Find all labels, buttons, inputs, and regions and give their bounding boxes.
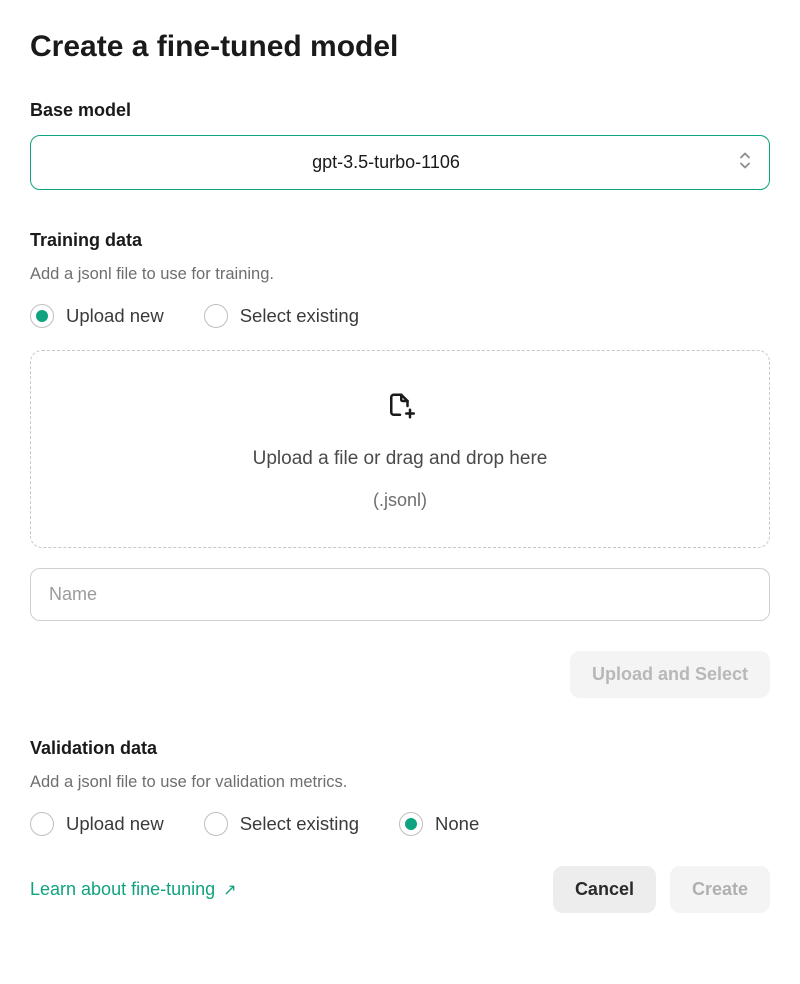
training-radio-group: Upload new Select existing [30,304,770,328]
base-model-select-wrapper: gpt-3.5-turbo-1106 [30,135,770,190]
training-label: Training data [30,230,770,251]
radio-icon [30,812,54,836]
external-link-icon: ↗ [223,880,236,900]
base-model-select[interactable]: gpt-3.5-turbo-1106 [30,135,770,190]
training-description: Add a jsonl file to use for training. [30,265,770,284]
training-section: Training data Add a jsonl file to use fo… [30,230,770,698]
upload-and-select-button[interactable]: Upload and Select [570,651,770,698]
radio-icon [204,304,228,328]
learn-link-text: Learn about fine-tuning [30,879,215,900]
validation-section: Validation data Add a jsonl file to use … [30,738,770,836]
validation-select-existing-radio[interactable]: Select existing [204,812,359,836]
radio-icon [30,304,54,328]
training-dropzone[interactable]: Upload a file or drag and drop here (.js… [30,350,770,548]
training-upload-new-radio[interactable]: Upload new [30,304,164,328]
page-title: Create a fine-tuned model [30,30,770,64]
radio-icon [204,812,228,836]
radio-icon [399,812,423,836]
cancel-button[interactable]: Cancel [553,866,656,913]
validation-description: Add a jsonl file to use for validation m… [30,773,770,792]
training-name-input[interactable] [30,568,770,621]
validation-none-label: None [435,813,479,835]
footer: Learn about fine-tuning ↗ Cancel Create [30,866,770,913]
base-model-value: gpt-3.5-turbo-1106 [312,152,460,172]
training-select-existing-label: Select existing [240,305,359,327]
validation-upload-new-label: Upload new [66,813,164,835]
training-select-existing-radio[interactable]: Select existing [204,304,359,328]
learn-about-fine-tuning-link[interactable]: Learn about fine-tuning ↗ [30,879,237,900]
dropzone-text: Upload a file or drag and drop here [51,448,749,470]
training-upload-new-label: Upload new [66,305,164,327]
base-model-section: Base model gpt-3.5-turbo-1106 [30,100,770,190]
base-model-label: Base model [30,100,770,121]
validation-none-radio[interactable]: None [399,812,479,836]
dropzone-subtext: (.jsonl) [51,490,749,511]
validation-select-existing-label: Select existing [240,813,359,835]
validation-radio-group: Upload new Select existing None [30,812,770,836]
create-button[interactable]: Create [670,866,770,913]
validation-upload-new-radio[interactable]: Upload new [30,812,164,836]
file-add-icon [385,391,415,426]
footer-actions: Cancel Create [553,866,770,913]
training-actions: Upload and Select [30,651,770,698]
validation-label: Validation data [30,738,770,759]
